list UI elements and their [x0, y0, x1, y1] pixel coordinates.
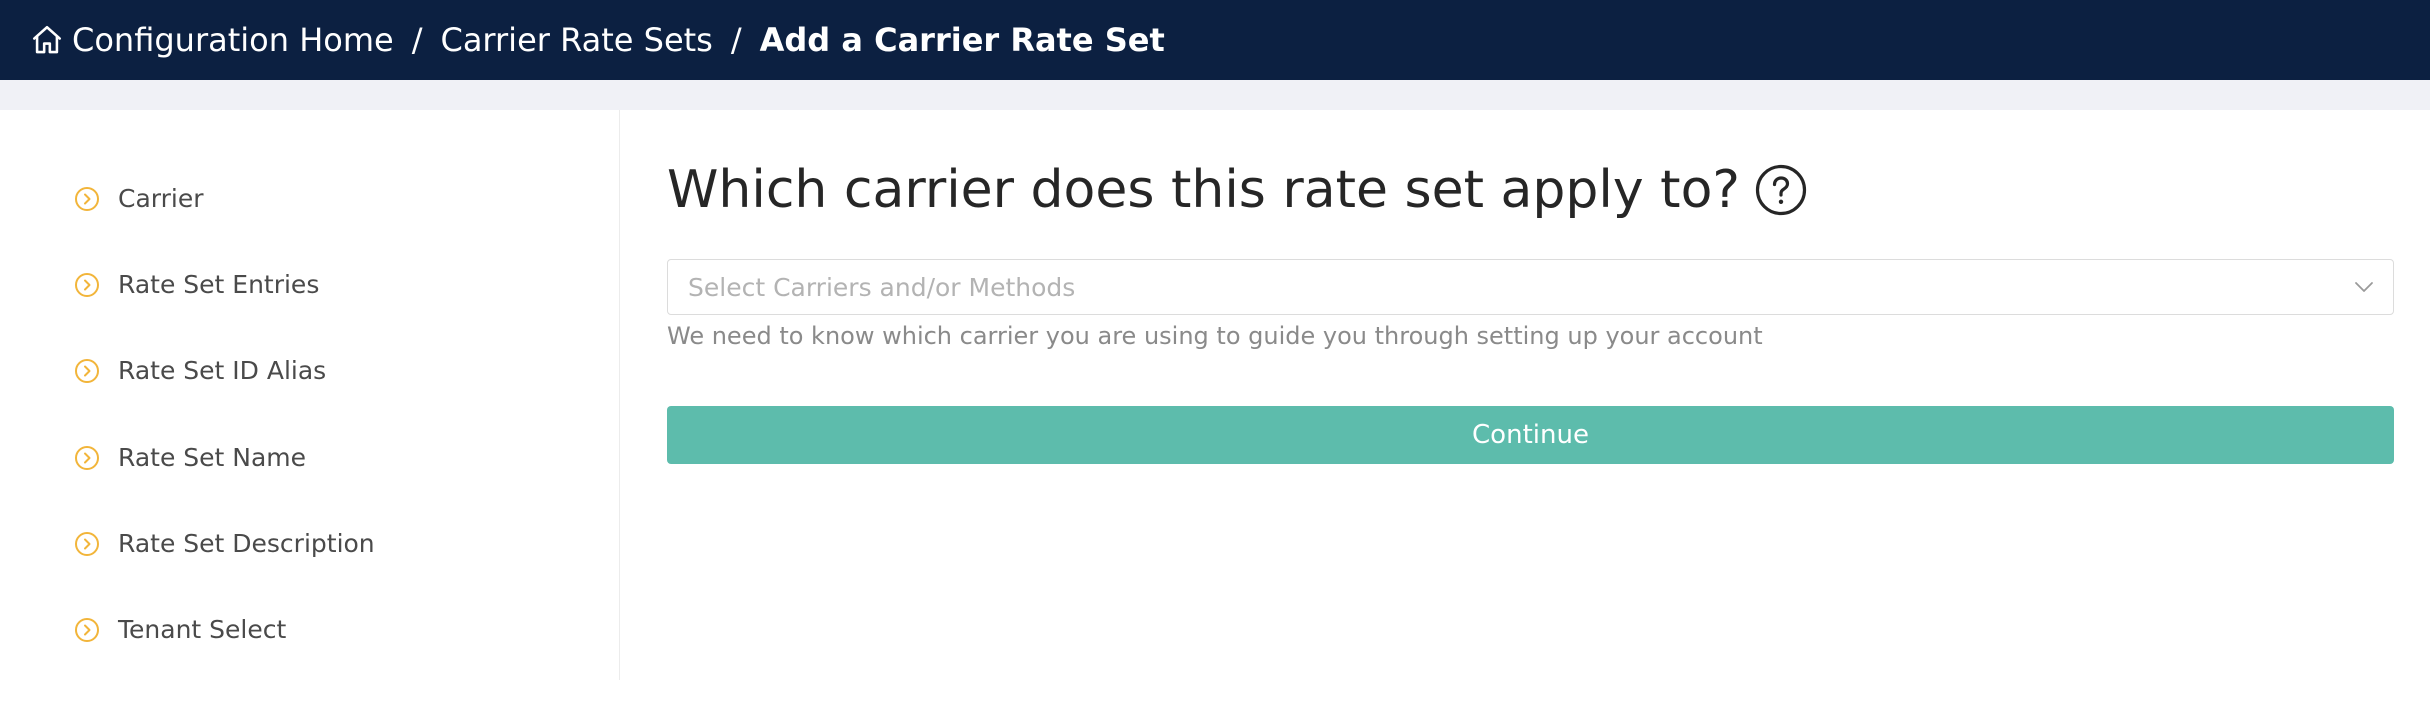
breadcrumb-separator: / — [411, 21, 423, 59]
breadcrumb-separator: / — [730, 21, 742, 59]
sidebar-item-tenant-select[interactable]: Tenant Select — [74, 615, 286, 644]
sidebar-item-label: Rate Set ID Alias — [118, 356, 327, 385]
sidebar-item-rate-set-entries[interactable]: Rate Set Entries — [74, 270, 319, 299]
breadcrumb-home-label: Configuration Home — [72, 21, 394, 59]
chevron-right-circle-icon — [74, 272, 100, 298]
breadcrumb-current-page: Add a Carrier Rate Set — [759, 21, 1165, 59]
chevron-right-circle-icon — [74, 617, 100, 643]
sidebar-item-label: Rate Set Entries — [118, 270, 320, 299]
question-text: Which carrier does this rate set apply t… — [667, 160, 1740, 220]
sub-header-strip — [0, 80, 2430, 110]
sidebar-item-label: Rate Set Description — [118, 529, 375, 558]
sidebar-item-label: Carrier — [118, 184, 204, 213]
helper-text: We need to know which carrier you are us… — [667, 322, 1763, 350]
breadcrumb-home[interactable]: Configuration Home — [30, 21, 394, 59]
sidebar-item-label: Rate Set Name — [118, 443, 307, 472]
home-icon — [32, 25, 62, 54]
help-icon[interactable] — [1754, 163, 1808, 217]
sidebar-item-rate-set-id-alias[interactable]: Rate Set ID Alias — [74, 356, 326, 385]
chevron-right-circle-icon — [74, 445, 100, 471]
continue-button[interactable]: Continue — [667, 406, 2394, 464]
chevron-right-circle-icon — [74, 358, 100, 384]
step-sidebar: Carrier Rate Set Entries Rate Set ID Ali… — [0, 110, 620, 680]
carrier-select-placeholder: Select Carriers and/or Methods — [688, 272, 1076, 302]
sidebar-item-label: Tenant Select — [118, 615, 287, 644]
sidebar-item-rate-set-description[interactable]: Rate Set Description — [74, 529, 375, 558]
chevron-right-circle-icon — [74, 531, 100, 557]
sidebar-item-carrier[interactable]: Carrier — [74, 184, 204, 213]
top-bar: Configuration Home / Carrier Rate Sets /… — [0, 0, 2430, 80]
carrier-select[interactable]: Select Carriers and/or Methods — [667, 259, 2394, 315]
chevron-down-icon — [2353, 276, 2375, 298]
sidebar-item-rate-set-name[interactable]: Rate Set Name — [74, 443, 306, 472]
question-heading: Which carrier does this rate set apply t… — [667, 160, 1808, 220]
chevron-right-circle-icon — [74, 186, 100, 212]
breadcrumb-carrier-rate-sets[interactable]: Carrier Rate Sets — [440, 21, 712, 59]
